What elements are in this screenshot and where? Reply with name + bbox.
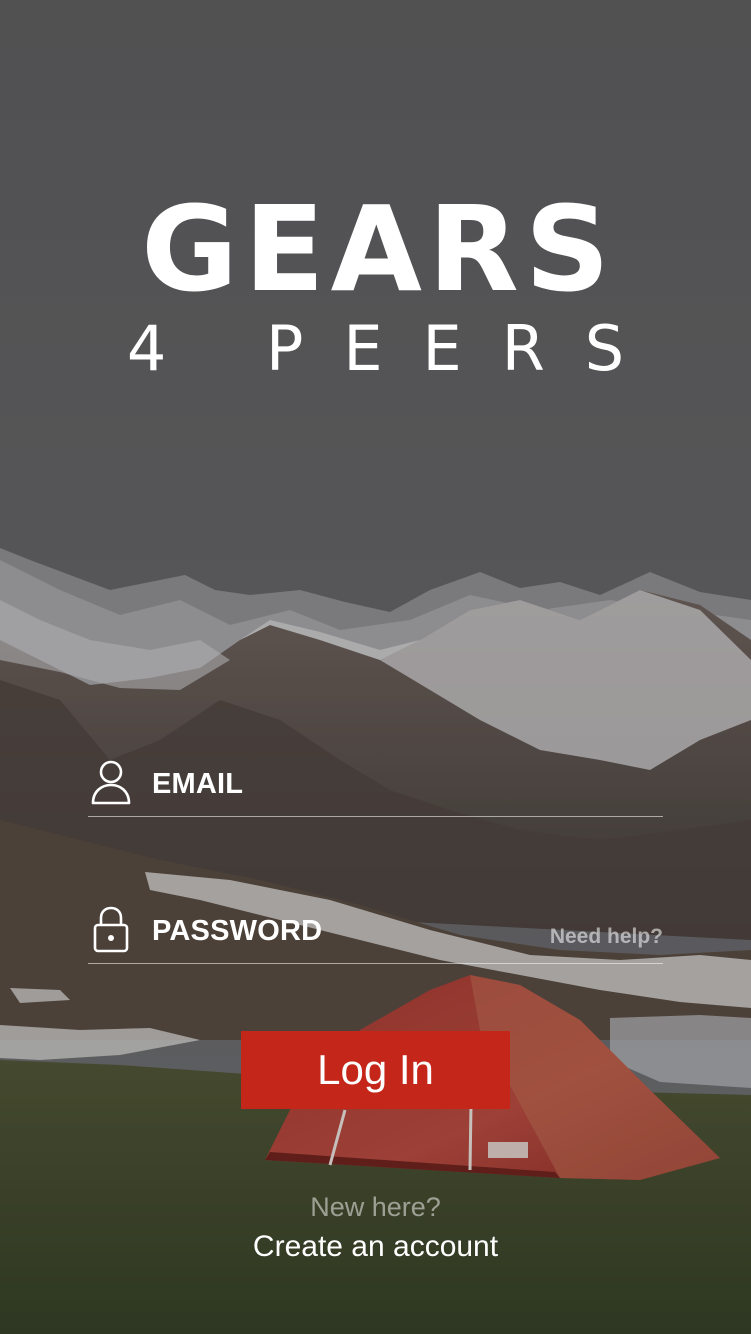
lock-icon xyxy=(93,906,129,953)
email-field[interactable]: EMAIL xyxy=(88,758,663,817)
password-label: PASSWORD xyxy=(152,915,323,947)
user-icon xyxy=(91,760,131,805)
password-field[interactable]: PASSWORD Need help? xyxy=(88,905,663,964)
logo-title: GEARS xyxy=(141,180,616,318)
new-here-text: New here? xyxy=(310,1192,441,1222)
logo-subtitle: 4 PEERS xyxy=(126,312,665,385)
create-account-link[interactable]: Create an account xyxy=(0,1230,751,1264)
need-help-link[interactable]: Need help? xyxy=(550,925,663,949)
email-label: EMAIL xyxy=(152,768,244,800)
login-button[interactable]: Log In xyxy=(241,1031,510,1109)
